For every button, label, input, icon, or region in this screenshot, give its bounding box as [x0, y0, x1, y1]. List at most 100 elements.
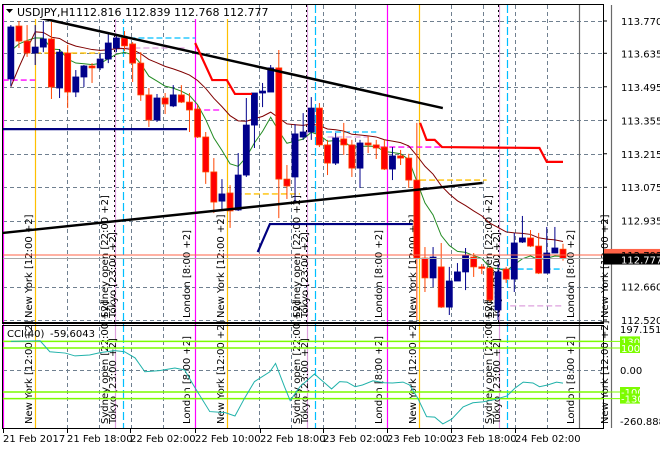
price-tick-label: 113.355	[621, 116, 660, 127]
bear-candle	[405, 153, 413, 188]
bear-candle	[397, 149, 405, 165]
candle-body	[397, 155, 405, 159]
candle-body	[283, 178, 291, 187]
cci-header: CCI(40) -59.6043	[7, 329, 95, 340]
stop-line[interactable]	[419, 122, 563, 163]
candle-body	[251, 92, 258, 126]
candle-body	[15, 25, 23, 42]
bear-candle	[23, 25, 31, 57]
candle-body	[72, 76, 80, 93]
bull-candle	[31, 25, 39, 66]
bear-candle	[15, 21, 23, 49]
candle-body	[332, 137, 340, 164]
bear-candle	[194, 104, 202, 138]
bull-candle	[39, 21, 47, 53]
candle-body	[502, 268, 510, 280]
bear-candle	[535, 232, 543, 275]
bull-candle	[104, 32, 112, 64]
candle-body	[356, 142, 364, 169]
candle-body	[275, 67, 283, 180]
candle-body	[145, 94, 153, 121]
candle-body	[161, 97, 169, 105]
candle-body	[413, 179, 421, 259]
bear-candle	[437, 242, 445, 309]
candle-body	[259, 90, 266, 94]
candle-body	[535, 245, 543, 274]
level-line[interactable]	[256, 222, 413, 253]
bull-candle	[519, 215, 526, 243]
candle-body	[210, 171, 218, 203]
bear-candle	[380, 139, 388, 171]
chart-header: USDJPY,H1 112.816 112.839 112.768 112.77…	[4, 5, 268, 19]
bear-candle	[210, 158, 218, 214]
london-label: London [8:00 +2]	[374, 336, 385, 424]
price-chart[interactable]: New York [12:00 +2] New York [12:00 +2] Ne…	[0, 0, 660, 450]
bear-candle	[64, 44, 72, 109]
candle-body	[242, 124, 250, 176]
candle-body	[31, 46, 39, 54]
candle-body	[527, 237, 534, 247]
cci-level-label: 100	[621, 344, 640, 355]
slow-moving-average	[10, 31, 564, 243]
bull-candle	[429, 247, 437, 287]
candle-body	[429, 256, 437, 279]
bull-candle	[291, 124, 299, 203]
candle-body	[80, 65, 88, 78]
candle-body	[291, 133, 299, 178]
bull-candle	[242, 98, 250, 177]
bear-candle	[372, 139, 380, 160]
new-york-label: New York [12:00 +2]	[408, 320, 419, 424]
bull-candle	[259, 82, 266, 108]
cci-value: -59.6043	[50, 329, 95, 340]
bull-candle	[356, 139, 364, 188]
candle-body	[121, 37, 128, 47]
candle-body	[445, 280, 453, 308]
candle-body	[104, 42, 112, 60]
candle-body	[96, 58, 104, 69]
time-tick-label: 23 Feb 18:00	[451, 434, 517, 445]
candle-body	[315, 107, 323, 146]
cci-axis-label: -260.8886	[620, 417, 660, 428]
candle-body	[405, 157, 413, 181]
bull-candle	[153, 93, 161, 122]
bull-candle	[7, 25, 15, 87]
bull-candle	[454, 263, 461, 282]
candle-body	[421, 257, 429, 279]
london-label: London [8:00 +2]	[182, 230, 193, 318]
bull-candle	[332, 132, 340, 165]
candle-body	[324, 144, 331, 164]
london-label: London [8:00 +2]	[566, 336, 577, 424]
time-tick-label: 23 Feb 02:00	[323, 434, 389, 445]
cci-axis-label: 197.1516	[620, 325, 660, 336]
bull-candle	[56, 48, 63, 99]
bear-candle	[527, 230, 534, 248]
candle-body	[372, 144, 380, 149]
session-markers: New York [12:00 +2] New York [12:00 +2] Ne…	[2, 5, 613, 428]
candles	[7, 21, 567, 320]
price-tick-label: 113.495	[621, 83, 660, 94]
candle-body	[510, 242, 518, 280]
bull-candle	[299, 113, 307, 140]
bull-candle	[113, 36, 120, 53]
candle-body	[23, 40, 31, 54]
tokyo-label: Tokyo [23:00 +2]	[492, 338, 503, 425]
bull-candle	[72, 70, 80, 98]
candle-body	[389, 155, 396, 170]
candle-body	[88, 65, 96, 69]
bid-price-label: 112.777	[621, 256, 660, 267]
cci-line	[10, 340, 564, 425]
cci-axis-label: 0.00	[620, 366, 642, 377]
ohlc-values: 112.816 112.839 112.768 112.777	[76, 6, 268, 19]
new-york-label: New York [12:00 +2]	[216, 214, 227, 318]
candle-body	[234, 174, 242, 211]
time-tick-label: 22 Feb 18:00	[260, 434, 326, 445]
bull-candle	[234, 153, 242, 211]
candle-body	[486, 267, 494, 301]
candle-body	[7, 26, 15, 80]
candle-body	[364, 142, 372, 146]
candle-body	[39, 38, 47, 48]
bear-candle	[486, 266, 494, 303]
price-tick-label: 113.075	[621, 183, 660, 194]
time-tick-label: 21 Feb 18:00	[67, 434, 133, 445]
bear-candle	[137, 52, 145, 101]
